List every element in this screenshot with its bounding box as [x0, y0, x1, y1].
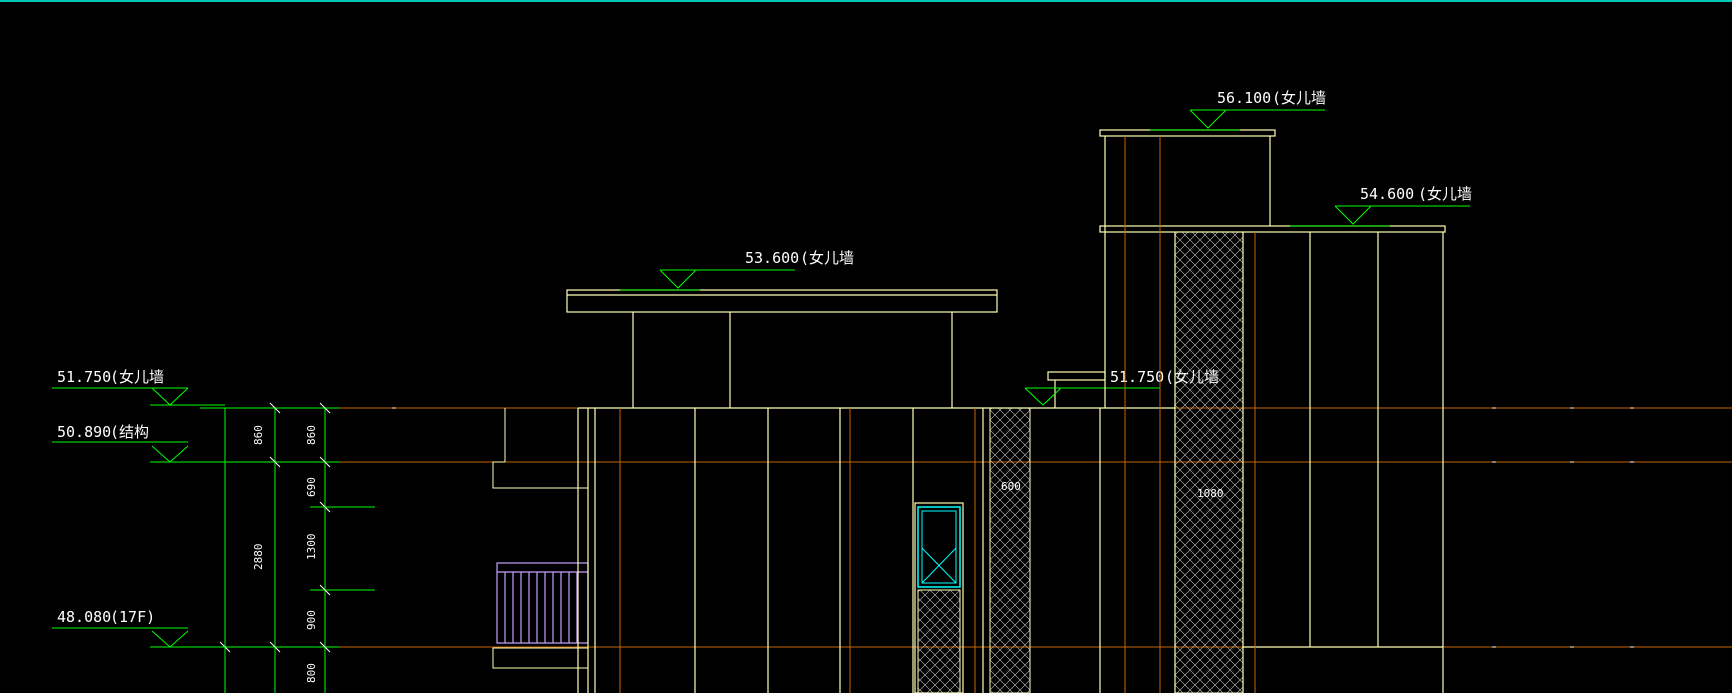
main-building — [577, 407, 1176, 693]
ledge-block — [1047, 371, 1106, 408]
dim-outer-860: 860 — [252, 425, 265, 445]
level-53600-elev: 53.600 — [745, 249, 799, 267]
level-48080-left-elev: 48.080 — [57, 608, 111, 626]
dim-inner-800: 800 — [305, 663, 318, 683]
dim-hatch-600: 600 — [1001, 480, 1021, 493]
floor-grid-lines — [220, 407, 1732, 648]
level-53600-note: (女儿墙 — [800, 249, 854, 267]
dim-inner-860: 860 — [305, 425, 318, 445]
level-48080-left-note: (17F) — [110, 608, 155, 626]
dim-hatch-1080: 1080 — [1197, 487, 1224, 500]
left-balcony — [492, 408, 589, 669]
dimension-chains — [200, 407, 375, 693]
level-56100-note: (女儿墙 — [1272, 89, 1326, 107]
level-50890-left-elev: 50.890 — [57, 423, 111, 441]
level-51750-right-marker — [1024, 387, 1160, 406]
level-56100-elev: 56.100 — [1217, 89, 1271, 107]
tall-tower — [1099, 129, 1446, 693]
railing — [496, 562, 589, 644]
door-window — [914, 502, 964, 693]
dim-inner-1300: 1300 — [305, 534, 318, 561]
level-54600-marker — [1290, 205, 1470, 227]
level-54600-note: (女儿墙 — [1418, 185, 1472, 203]
level-54600-elev: 54.600 — [1360, 185, 1414, 203]
level-53600-marker — [620, 269, 795, 291]
hatched-column-a — [989, 407, 1031, 693]
level-51750-left-elev: 51.750 — [57, 368, 111, 386]
dim-inner-900: 900 — [305, 610, 318, 630]
cad-elevation-drawing[interactable]: 860 2880 860 690 1300 900 800 51.750 (女儿… — [0, 0, 1732, 693]
dim-inner-690: 690 — [305, 477, 318, 497]
level-51750-right-elev: 51.750 — [1110, 368, 1164, 386]
level-51750-left-note: (女儿墙 — [110, 368, 164, 386]
middle-roof-block — [566, 289, 998, 408]
level-50890-left-note: (结构 — [110, 423, 149, 441]
dim-outer-2880: 2880 — [252, 544, 265, 571]
level-56100-marker — [1150, 109, 1325, 131]
hatched-column-b — [1174, 231, 1244, 693]
